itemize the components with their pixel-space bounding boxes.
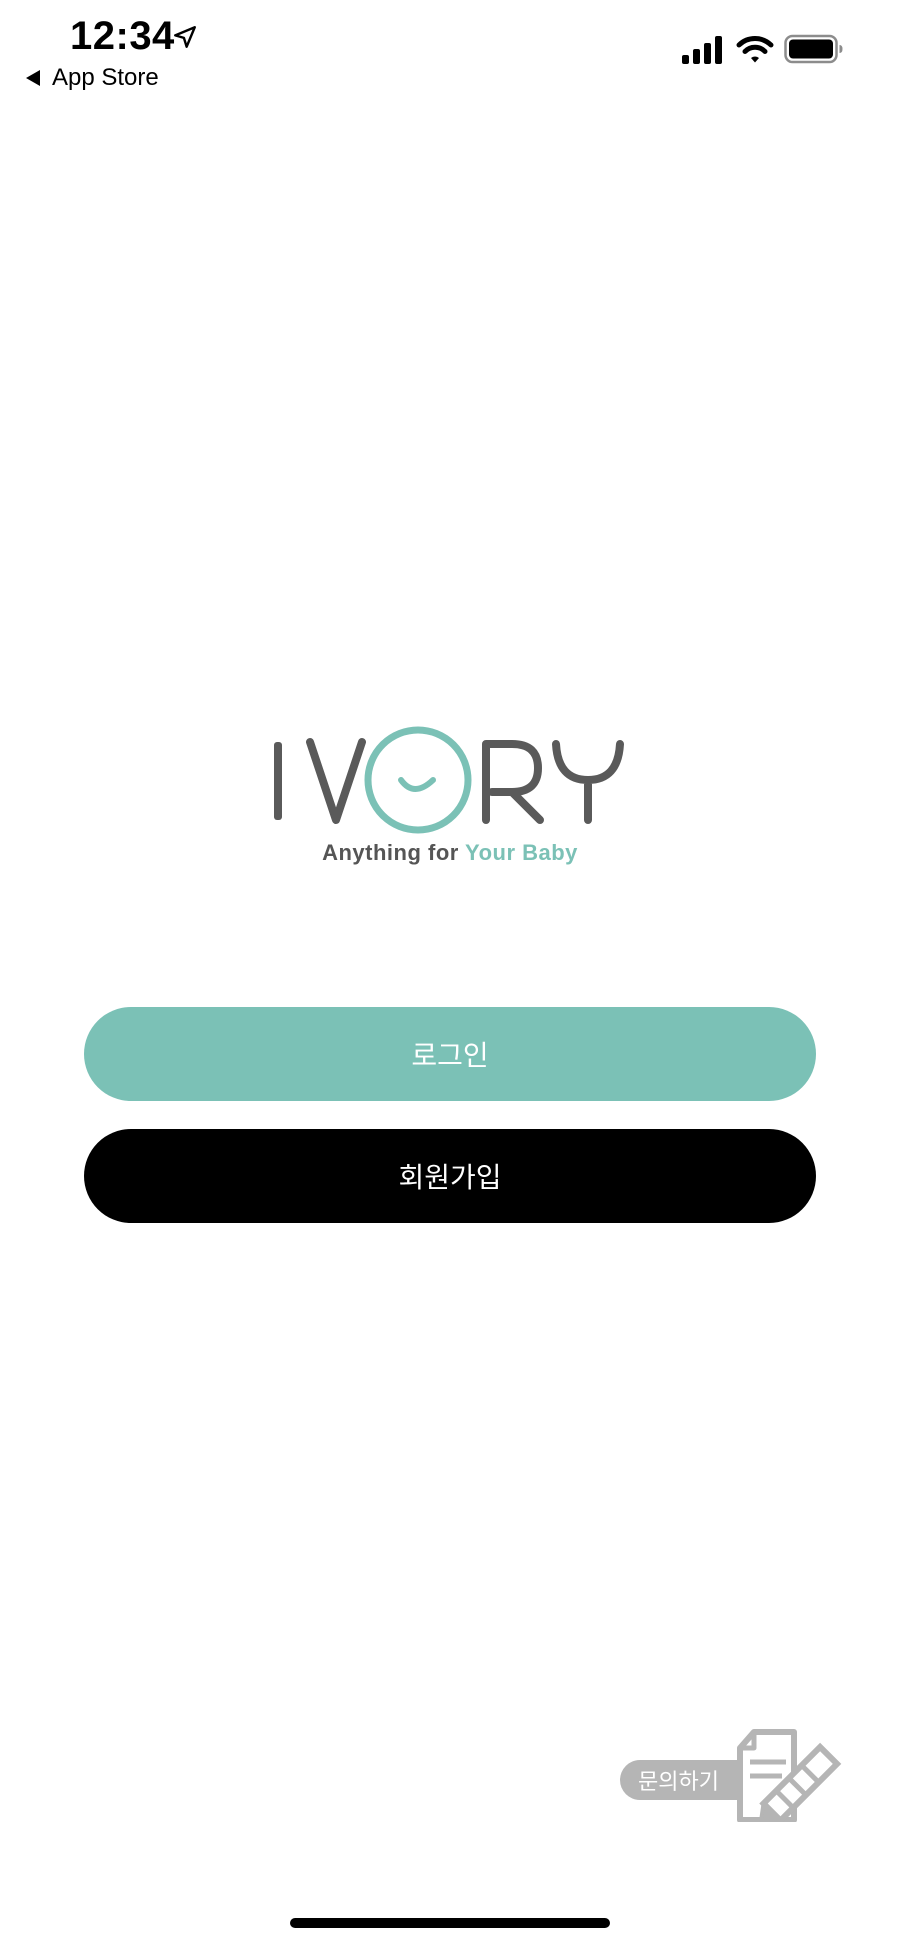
tagline-prefix: Anything for — [322, 840, 466, 865]
document-pencil-icon — [737, 1729, 842, 1822]
location-arrow-icon — [174, 26, 196, 48]
home-indicator[interactable] — [290, 1918, 610, 1928]
login-button[interactable]: 로그인 — [84, 1007, 816, 1101]
logo-tagline: Anything for Your Baby — [270, 840, 630, 866]
wifi-icon — [736, 36, 774, 63]
back-to-app-store[interactable]: App Store — [26, 62, 159, 94]
back-label: App Store — [52, 64, 159, 91]
signup-button[interactable]: 회원가입 — [84, 1129, 816, 1223]
back-arrow-icon — [26, 70, 40, 86]
cellular-signal-icon — [682, 36, 722, 64]
inquiry-button[interactable]: 문의하기 — [620, 1726, 846, 1822]
battery-icon — [784, 34, 843, 64]
status-time: 12:34 — [70, 14, 175, 58]
ivory-logo: Anything for Your Baby — [270, 718, 630, 878]
tagline-accent: Your Baby — [465, 840, 578, 865]
app-screen: 12:34 App Store Anything for Your Baby 로… — [0, 0, 900, 1947]
ivory-wordmark — [274, 726, 624, 834]
